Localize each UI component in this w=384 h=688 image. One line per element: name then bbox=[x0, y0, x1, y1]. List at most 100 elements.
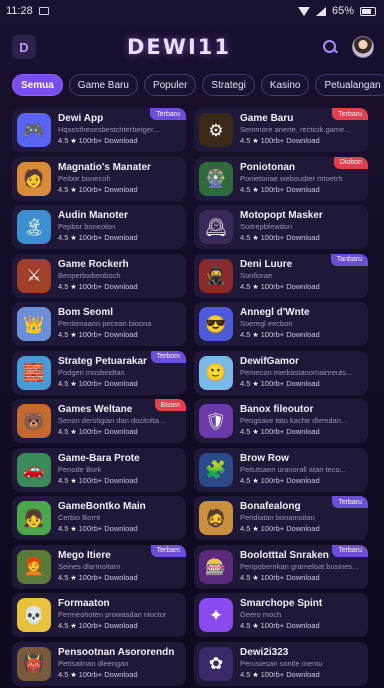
wifi-icon bbox=[297, 6, 310, 16]
app-card[interactable]: 🛡 Banox fileoutor Pengsave tatu kache dlem… bbox=[194, 399, 368, 443]
app-description: Soeregl eecbon bbox=[240, 319, 293, 328]
app-card[interactable]: 🧔 Bonafealong Peridiatan bonamsitan 4.5 ★ 1… bbox=[194, 496, 368, 540]
filter-chip-populer[interactable]: Populer bbox=[143, 74, 197, 96]
star-icon: ★ bbox=[250, 623, 261, 630]
jackpot-machine-icon: 🎰 bbox=[199, 549, 233, 584]
app-card[interactable]: 🧑 Magnatio's Manater Peibor bonecoh 4.5 ★ 1… bbox=[12, 156, 186, 201]
orc-icon: 👹 bbox=[17, 646, 51, 681]
filter-chip-game-baru[interactable]: Game Baru bbox=[68, 74, 138, 96]
filter-chip-strategi[interactable]: Strategi bbox=[202, 74, 255, 96]
avatar[interactable] bbox=[351, 36, 374, 58]
app-meta: 4.5 ★ 100rb+ Download bbox=[58, 329, 180, 341]
app-downloads: 100rb+ Download bbox=[260, 378, 320, 388]
filter-chip-kasino[interactable]: Kasino bbox=[260, 74, 310, 96]
app-rating: 4.5 bbox=[240, 427, 251, 436]
app-rating: 4.5 bbox=[240, 330, 251, 339]
app-meta: 4.5 ★ 100rb+ Download bbox=[58, 572, 180, 584]
app-description: Penpobernkan grameloat busines... bbox=[240, 561, 359, 571]
app-downloads: 100rb+ Download bbox=[78, 475, 138, 485]
filter-chip-semua[interactable]: Semua bbox=[12, 74, 63, 96]
star-icon: ★ bbox=[250, 235, 261, 242]
app-name: Audin Manoter bbox=[58, 210, 128, 221]
app-card[interactable]: 🎰 Boolotttal Snraken Penpobernkan grameloa… bbox=[194, 544, 368, 589]
app-card[interactable]: 🎡 Poniotonan Ponietoriae weboudter mtoetrh… bbox=[194, 156, 368, 201]
app-name: Motopopt Masker bbox=[240, 210, 323, 221]
app-downloads: 100rb+ Download bbox=[78, 330, 138, 339]
app-name: Dewi2i323 bbox=[240, 646, 289, 658]
app-rating: 4.5 bbox=[58, 330, 69, 339]
star-icon: ★ bbox=[68, 235, 79, 242]
app-card[interactable]: 🕰 Motopopt Masker Soitrepbfewdon 4.5 ★ 100r… bbox=[194, 205, 368, 249]
app-downloads: 100rb+ Download bbox=[260, 233, 320, 242]
app-meta: 4.5 ★ 100rb+ Download bbox=[58, 669, 180, 681]
app-card[interactable]: 🏝 Audin Manoter Pepbor boneolon 4.5 ★ 100rb… bbox=[12, 205, 186, 249]
app-card[interactable]: 🧱 Strateg Petuarakar Podgeri mosbeidtan 4.5… bbox=[12, 350, 186, 395]
battery-icon bbox=[360, 6, 376, 16]
app-info: Magnatio's Manater Peibor bonecoh 4.5 ★ 10… bbox=[58, 162, 180, 196]
app-description: Peibor bonecoh bbox=[58, 173, 111, 183]
app-downloads: 100rb+ Download bbox=[260, 281, 320, 291]
app-description: Penode Bork bbox=[58, 464, 102, 474]
app-card[interactable]: 😎 Annegl d'Wnte Soeregl eecbon 4.5 ★ 100rb+… bbox=[194, 302, 368, 346]
app-name: GameBontko Main bbox=[58, 501, 146, 512]
star-icon: ★ bbox=[68, 623, 79, 630]
star-icon: ★ bbox=[68, 283, 79, 291]
app-description: Pentienaaon pecean bioona bbox=[58, 319, 152, 328]
app-card[interactable]: 🚗 Game-Bara Prote Penode Bork 4.5 ★ 100rb+ … bbox=[12, 447, 186, 492]
app-downloads: 100rb+ Download bbox=[78, 184, 138, 194]
star-icon: ★ bbox=[250, 186, 261, 194]
app-card[interactable]: 👹 Pensootnan Asororendn Pettsaitnan dleeri… bbox=[12, 641, 186, 686]
app-rating: 4.5 bbox=[58, 572, 69, 582]
ferris-wheel-icon: 🎡 bbox=[199, 161, 233, 196]
status-bar: 11:28 65% bbox=[0, 0, 384, 22]
star-icon: ★ bbox=[68, 477, 79, 485]
app-rating: 4.5 bbox=[240, 378, 251, 388]
app-card[interactable]: 👧 GameBontko Main Cerbio Bornt 4.5 ★ 100rb+… bbox=[12, 496, 186, 540]
app-card[interactable]: 🧩 Brow Row Peitutsaen uranorall atan teco.… bbox=[194, 447, 368, 492]
app-card[interactable]: 🐻 Games Weltane Senon derstigian dan docit… bbox=[12, 399, 186, 443]
app-description: Podgeri mosbeidtan bbox=[58, 367, 125, 377]
app-card[interactable]: 💀 Formaaton Permeohoten prowasdan nioctor 4… bbox=[12, 593, 186, 637]
app-downloads: 100rb+ Download bbox=[78, 136, 138, 145]
app-meta: 4.5 ★ 100rb+ Download bbox=[58, 378, 180, 390]
brawl-skull-icon: 💀 bbox=[17, 598, 51, 632]
app-card[interactable]: ✦ Smarchope Spint Geero moch 4.5 ★ 100rb+ D… bbox=[194, 593, 368, 637]
search-icon[interactable] bbox=[322, 39, 338, 55]
app-badge: Terbaru bbox=[150, 108, 186, 120]
signal-icon bbox=[315, 6, 326, 16]
puzzle-blocks-icon: 🧩 bbox=[199, 452, 233, 487]
app-rating: 4.5 bbox=[58, 524, 69, 533]
app-name: Magnatio's Manater bbox=[58, 161, 151, 173]
app-card[interactable]: 🧑‍🦰 Mego Itiere Seines dlarmoltam 4.5 ★ 100… bbox=[12, 544, 186, 589]
app-downloads: 100rb+ Download bbox=[260, 330, 320, 339]
app-downloads: 100rb+ Download bbox=[260, 524, 320, 533]
app-card[interactable]: 👑 Bom Seoml Pentienaaon pecean bioona 4.5 ★… bbox=[12, 302, 186, 346]
app-info: Smarchope Spint Geero moch 4.5 ★ 100rb+ Do… bbox=[240, 598, 362, 632]
app-meta: 4.5 ★ 100rb+ Download bbox=[240, 523, 362, 535]
app-card[interactable]: 🥷 Deni Luure Sonfiorae 4.5 ★ 100rb+ Downloa… bbox=[194, 253, 368, 298]
app-rating: 4.5 bbox=[240, 233, 251, 242]
app-card[interactable]: 🎮 Dewi App Hqsesthesesbestchterbetger... 4.… bbox=[12, 108, 186, 152]
app-card[interactable]: 🙂 DewifGamor Pemecon merkastanomainreuts..… bbox=[194, 350, 368, 395]
app-info: Formaaton Permeohoten prowasdan nioctor 4.… bbox=[58, 598, 180, 632]
app-card[interactable]: ⚙ Game Baru Semmore anerte, recticik game.… bbox=[194, 108, 368, 152]
app-info: Banox fileoutor Pengsave tatu kache dlemd… bbox=[240, 404, 362, 438]
app-name: Bom Seoml bbox=[58, 307, 114, 318]
menu-button[interactable]: D bbox=[12, 35, 36, 59]
app-card[interactable]: ⚔ Game Rockerh Beoperbwbenboch 4.5 ★ 100rb+… bbox=[12, 253, 186, 298]
king-icon: 👑 bbox=[17, 307, 51, 341]
app-rating: 4.5 bbox=[240, 669, 251, 679]
app-downloads: 100rb+ Download bbox=[260, 136, 320, 145]
dewi-logo-icon: ✿ bbox=[199, 646, 233, 681]
viking-icon: 🧔 bbox=[199, 501, 233, 535]
app-rating: 4.5 bbox=[58, 427, 69, 436]
app-card[interactable]: ✿ Dewi2i323 Perusiesan sontle mentu 4.5 ★ 1… bbox=[194, 641, 368, 686]
star-icon: ★ bbox=[68, 429, 79, 436]
filter-chip-petualangan[interactable]: Petualangan bbox=[315, 74, 384, 96]
star-icon: ★ bbox=[68, 138, 79, 145]
app-description: Soitrepbfewdon bbox=[240, 222, 293, 231]
bear-hero-icon: 🐻 bbox=[17, 404, 51, 438]
app-rating: 4.5 bbox=[58, 669, 69, 679]
smiley-icon: 😎 bbox=[199, 307, 233, 341]
warrior-icon: ⚔ bbox=[17, 258, 51, 293]
